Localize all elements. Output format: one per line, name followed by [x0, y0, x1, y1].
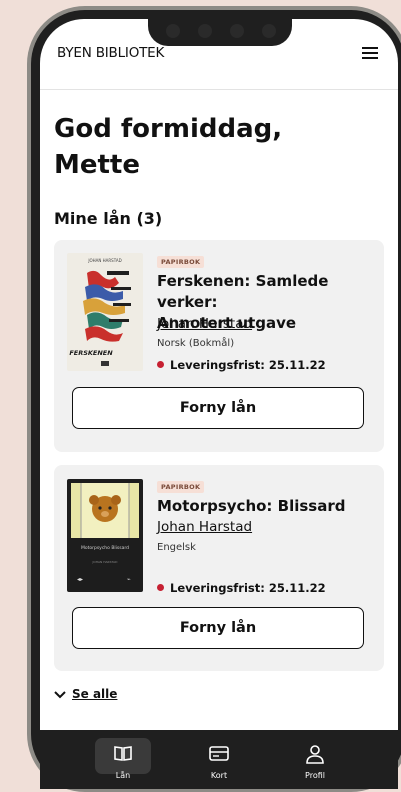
my-loans-heading: Mine lån (3) — [54, 209, 163, 228]
nav-label: Profil — [305, 771, 325, 780]
greeting-heading: God formiddag, Mette — [54, 114, 283, 180]
nav-label: Lån — [115, 771, 131, 780]
card-icon — [209, 746, 229, 761]
svg-text:⌁: ⌁ — [127, 576, 131, 583]
see-all-link[interactable]: Se alle — [54, 687, 117, 701]
svg-text:JOHAN HARSTAD: JOHAN HARSTAD — [87, 258, 121, 263]
book-cover-motorpsycho[interactable]: Motorpsycho Blissard JOHAN HARSTAD ◂▸ ⌁ — [67, 479, 143, 592]
format-badge: PAPIRBOK — [157, 481, 205, 493]
svg-text:◂▸: ◂▸ — [77, 576, 83, 583]
svg-text:FERSKENEN: FERSKENEN — [69, 349, 113, 357]
nav-label: Kort — [210, 771, 228, 780]
due-date: Leveringsfrist: 25.11.22 — [157, 581, 326, 595]
nav-tab-card[interactable]: Kort — [179, 730, 259, 789]
book-language: Engelsk — [157, 542, 196, 553]
loan-card: Motorpsycho Blissard JOHAN HARSTAD ◂▸ ⌁ … — [54, 465, 384, 671]
hamburger-menu-icon[interactable] — [362, 47, 378, 60]
nav-tab-loans[interactable]: Lån — [83, 730, 163, 789]
app-screen: BYEN BIBLIOTEK God formiddag, Mette Mine … — [40, 19, 398, 789]
due-date: Leveringsfrist: 25.11.22 — [157, 358, 326, 372]
due-status-dot — [157, 361, 164, 368]
author-link[interactable]: Johan Harstad — [157, 316, 252, 332]
nav-tab-profile[interactable]: Profil — [275, 730, 355, 789]
renew-loan-button[interactable]: Forny lån — [72, 607, 364, 649]
book-title[interactable]: Motorpsycho: Blissard — [157, 496, 379, 517]
author-link[interactable]: Johan Harstad — [157, 519, 252, 535]
book-cover-ferskenen[interactable]: JOHAN HARSTAD FERSKENEN — [67, 253, 143, 371]
person-icon — [306, 745, 324, 764]
phone-notch — [148, 19, 292, 46]
format-badge: PAPIRBOK — [157, 256, 205, 268]
renew-loan-button[interactable]: Forny lån — [72, 387, 364, 429]
loan-card: JOHAN HARSTAD FERSKENEN PAPIRBOK Fersken… — [54, 240, 384, 452]
bottom-navigation: Lån Kort Profil — [40, 730, 398, 789]
library-brand[interactable]: BYEN BIBLIOTEK — [57, 45, 164, 61]
svg-text:Motorpsycho Blissard: Motorpsycho Blissard — [81, 545, 129, 551]
svg-text:JOHAN HARSTAD: JOHAN HARSTAD — [91, 560, 118, 564]
due-status-dot — [157, 584, 164, 591]
book-language: Norsk (Bokmål) — [157, 338, 235, 349]
chevron-down-icon — [54, 691, 66, 699]
book-icon — [114, 746, 132, 761]
